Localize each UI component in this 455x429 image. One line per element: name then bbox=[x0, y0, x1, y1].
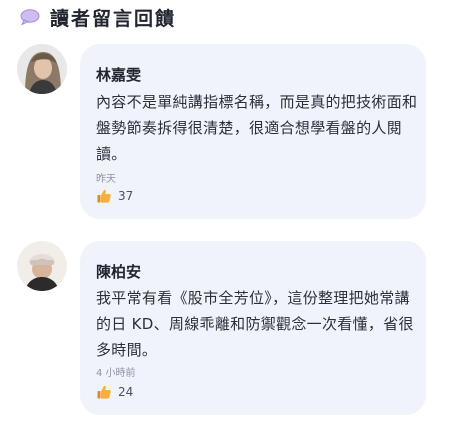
avatar bbox=[17, 241, 67, 291]
comment-time: 4 小時前 bbox=[96, 368, 136, 379]
commenter-name: 陳柏安 bbox=[96, 263, 142, 281]
speech-bubble-icon bbox=[20, 9, 40, 25]
like-button[interactable]: 37 bbox=[96, 188, 133, 204]
thumbs-up-icon bbox=[97, 189, 111, 203]
thumbs-up-icon bbox=[97, 385, 111, 399]
comment-text: 我平常有看《股市全芳位》，這份整理把她常講的日 KD、周線乖離和防禦觀念一次看懂… bbox=[96, 289, 414, 359]
comment-time: 昨天 bbox=[96, 174, 116, 185]
section-header: 讀者留言回饋 bbox=[20, 4, 176, 30]
avatar-photo bbox=[17, 241, 67, 291]
like-count: 37 bbox=[118, 189, 134, 203]
commenter-name: 林嘉雯 bbox=[96, 66, 142, 84]
like-count: 24 bbox=[118, 385, 134, 399]
avatar-photo bbox=[17, 44, 67, 94]
like-button[interactable]: 24 bbox=[96, 384, 133, 400]
comment-text: 內容不是單純講指標名稱，而是真的把技術面和盤勢節奏拆得很清楚，很適合想學看盤的人… bbox=[96, 93, 418, 163]
comment-card: 林嘉雯 內容不是單純講指標名稱，而是真的把技術面和盤勢節奏拆得很清楚，很適合想學… bbox=[80, 44, 426, 219]
section-title: 讀者留言回饋 bbox=[50, 7, 177, 30]
comment-card: 陳柏安 我平常有看《股市全芳位》，這份整理把她常講的日 KD、周線乖離和防禦觀念… bbox=[80, 241, 426, 415]
avatar bbox=[17, 44, 67, 94]
